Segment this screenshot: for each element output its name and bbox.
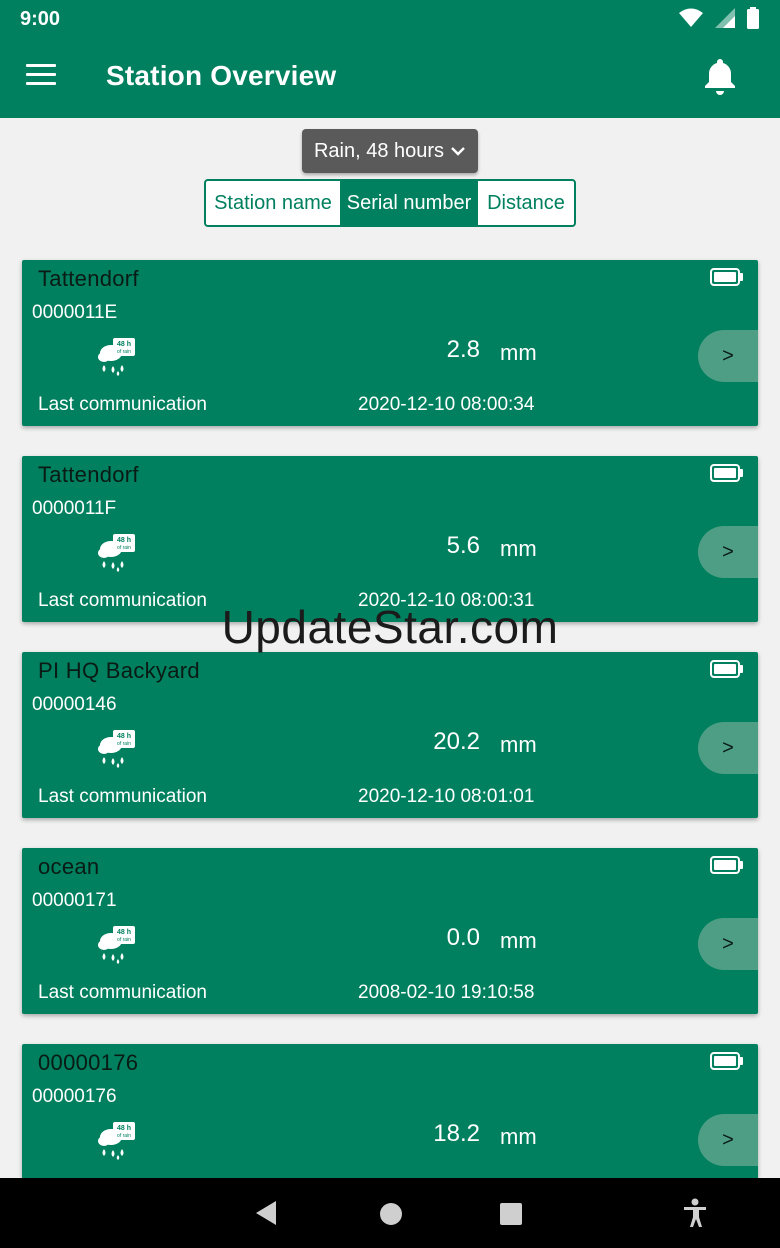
- rain-value: 18.2: [433, 1120, 480, 1147]
- rain-value: 5.6: [446, 532, 480, 559]
- rain-unit: mm: [500, 340, 537, 365]
- station-name: Tattendorf: [38, 462, 139, 487]
- last-communication-value: 2020-12-10 08:01:01: [358, 786, 535, 807]
- rain-48h-icon: 48 h of rain: [98, 1122, 135, 1160]
- accessibility-icon[interactable]: [682, 1198, 708, 1228]
- rain-icon-label-line2: of rain: [117, 937, 131, 943]
- sort-serial-number[interactable]: Serial number: [340, 181, 478, 225]
- open-station-button[interactable]: >: [698, 330, 758, 382]
- last-communication-label: Last communication: [38, 982, 207, 1003]
- battery-icon: [710, 660, 743, 678]
- serial-number: 0000011F: [32, 498, 117, 519]
- rain-48h-icon: 48 h of rain: [98, 730, 135, 768]
- battery-status-icon: [747, 7, 759, 29]
- dropdown-label: Rain, 48 hours: [313, 139, 445, 162]
- battery-icon: [710, 1052, 743, 1070]
- rain-icon-label-line2: of rain: [117, 1133, 131, 1139]
- rain-unit: mm: [500, 1124, 537, 1149]
- serial-number: 00000146: [32, 694, 117, 715]
- sort-segmented-control: Station name Serial number Distance: [204, 179, 576, 227]
- rain-icon-label-line1: 48 h: [117, 537, 131, 544]
- rain-icon-label-line2: of rain: [117, 349, 131, 355]
- rain-value: 0.0: [446, 924, 480, 951]
- station-name: 00000176: [38, 1050, 139, 1075]
- rain-unit: mm: [500, 732, 537, 757]
- wifi-icon: [679, 8, 703, 27]
- notification-bell-icon[interactable]: [700, 56, 740, 96]
- station-card[interactable]: ocean 00000171 48 h of rain 0.0 mm > Las…: [22, 848, 758, 1014]
- rain-value: 20.2: [433, 728, 480, 755]
- station-card[interactable]: Tattendorf 0000011F 48 h of rain 5.6 mm …: [22, 456, 758, 622]
- status-icons: [678, 7, 760, 29]
- station-name: ocean: [38, 854, 100, 879]
- rain-icon-label-line1: 48 h: [117, 733, 131, 740]
- rain-icon-label-line2: of rain: [117, 545, 131, 551]
- serial-number: 00000176: [32, 1086, 117, 1107]
- serial-number: 00000171: [32, 890, 117, 911]
- rain-icon-label-line2: of rain: [117, 741, 131, 747]
- rain-unit: mm: [500, 536, 537, 561]
- battery-icon: [710, 464, 743, 482]
- back-icon[interactable]: [254, 1200, 278, 1226]
- last-communication-value: 2020-12-10 08:00:34: [358, 394, 535, 415]
- menu-icon[interactable]: [26, 64, 56, 88]
- rain-48h-icon: 48 h of rain: [98, 534, 135, 572]
- station-card[interactable]: Tattendorf 0000011E 48 h of rain 2.8 mm …: [22, 260, 758, 426]
- rain-icon-label-line1: 48 h: [117, 341, 131, 348]
- last-communication-label: Last communication: [38, 394, 207, 415]
- open-station-button[interactable]: >: [698, 526, 758, 578]
- measurement-filter-dropdown[interactable]: Rain, 48 hours: [302, 129, 478, 173]
- battery-icon: [710, 268, 743, 286]
- status-time: 9:00: [20, 8, 61, 30]
- cell-signal-icon: [715, 8, 735, 28]
- chevron-down-icon: [451, 147, 465, 156]
- last-communication-label: Last communication: [38, 786, 207, 807]
- rain-48h-icon: 48 h of rain: [98, 338, 135, 376]
- home-icon[interactable]: [379, 1202, 403, 1226]
- recents-icon[interactable]: [500, 1203, 522, 1225]
- station-card[interactable]: PI HQ Backyard 00000146 48 h of rain 20.…: [22, 652, 758, 818]
- station-name: PI HQ Backyard: [38, 658, 200, 683]
- rain-unit: mm: [500, 928, 537, 953]
- battery-icon: [710, 856, 743, 874]
- rain-icon-label-line1: 48 h: [117, 1125, 131, 1132]
- sort-station-name[interactable]: Station name: [206, 181, 340, 225]
- app-bar: Station Overview: [0, 38, 780, 118]
- page-title: Station Overview: [106, 60, 337, 91]
- system-nav-bar: [0, 1178, 780, 1248]
- sort-distance[interactable]: Distance: [478, 181, 574, 225]
- serial-number: 0000011E: [32, 302, 118, 323]
- rain-48h-icon: 48 h of rain: [98, 926, 135, 964]
- open-station-button[interactable]: >: [698, 1114, 758, 1166]
- rain-value: 2.8: [446, 336, 480, 363]
- status-bar: 9:00: [0, 0, 780, 38]
- rain-icon-label-line1: 48 h: [117, 929, 131, 936]
- open-station-button[interactable]: >: [698, 722, 758, 774]
- open-station-button[interactable]: >: [698, 918, 758, 970]
- last-communication-value: 2008-02-10 19:10:58: [358, 982, 535, 1003]
- watermark: UpdateStar.com: [221, 601, 559, 653]
- station-name: Tattendorf: [38, 266, 139, 291]
